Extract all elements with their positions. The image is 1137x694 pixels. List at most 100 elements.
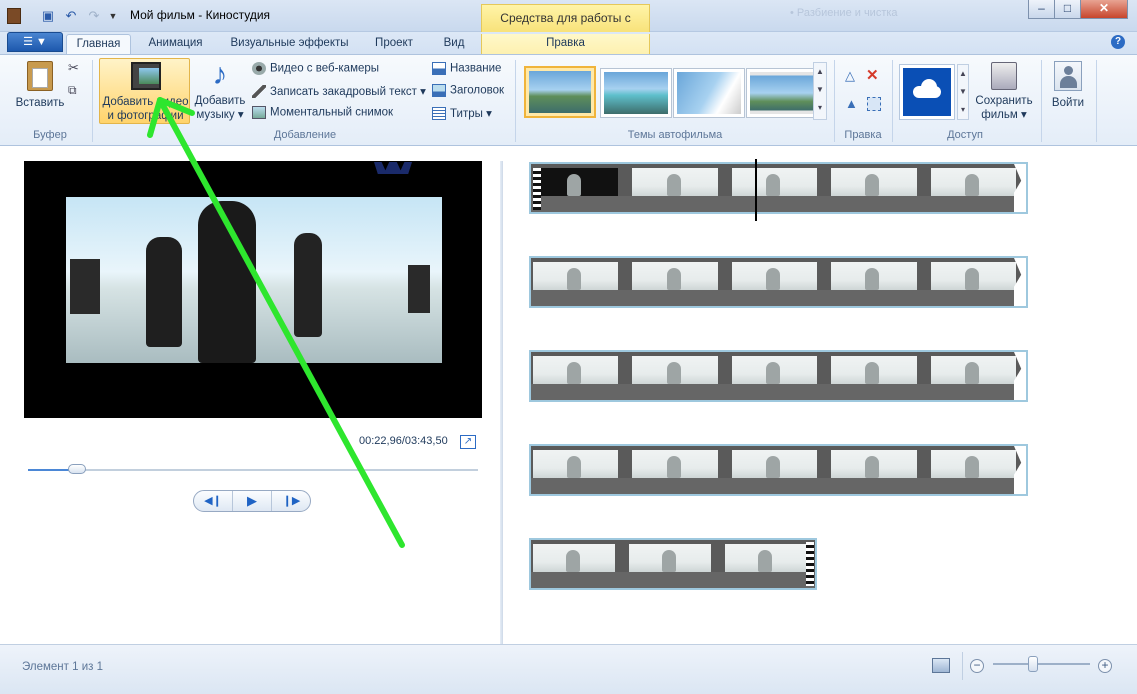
share-gallery-scroll[interactable]: ▲ ▼ ▾ bbox=[957, 64, 969, 120]
save-icon[interactable]: ▣ bbox=[39, 7, 57, 25]
cut-icon[interactable]: ✂ bbox=[68, 60, 84, 76]
group-separator bbox=[515, 60, 516, 142]
save-movie-label-line1: Сохранить bbox=[975, 95, 1033, 107]
rotate-right-icon[interactable]: ▲ bbox=[845, 96, 861, 112]
autofilm-theme-2[interactable] bbox=[600, 68, 672, 118]
add-music-button[interactable]: ♪ Добавить музыку ▾ bbox=[192, 58, 248, 124]
save-movie-label-line2: фильм ▾ bbox=[981, 109, 1027, 121]
signin-button[interactable]: Войти bbox=[1047, 58, 1089, 124]
add-video-label-line1: Добавить видео bbox=[102, 96, 189, 108]
storyboard-clip-row-1[interactable] bbox=[529, 162, 1028, 214]
minimize-button[interactable]: – bbox=[1028, 0, 1055, 19]
select-all-icon[interactable] bbox=[867, 97, 881, 111]
band-member-left bbox=[146, 237, 182, 347]
title-button[interactable]: Название bbox=[432, 62, 501, 75]
tab-animation[interactable]: Анимация bbox=[138, 34, 213, 54]
add-music-label-line2: музыку ▾ bbox=[196, 109, 244, 121]
video-frame bbox=[66, 197, 442, 363]
next-frame-button[interactable]: ❙▶ bbox=[272, 491, 310, 511]
paste-label: Вставить bbox=[15, 97, 65, 109]
caption-icon bbox=[432, 84, 446, 97]
add-group-label: Добавление bbox=[273, 129, 337, 141]
themes-gallery-scroll[interactable]: ▲ ▼ ▾ bbox=[813, 62, 827, 120]
tab-project[interactable]: Проект bbox=[366, 34, 422, 54]
group-separator bbox=[92, 60, 93, 142]
save-movie-button[interactable]: Сохранить фильм ▾ bbox=[972, 58, 1036, 124]
save-movie-icon bbox=[991, 62, 1017, 90]
tab-home[interactable]: Главная bbox=[66, 34, 131, 54]
playback-controls: ◀❙ ▶ ❙▶ bbox=[193, 490, 311, 512]
storyboard-clip-row-3[interactable] bbox=[529, 350, 1028, 402]
redo-icon[interactable]: ↷ bbox=[85, 7, 103, 25]
title-icon bbox=[432, 62, 446, 75]
group-separator bbox=[1041, 60, 1042, 142]
group-separator bbox=[1096, 60, 1097, 142]
video-tools-context-header: Средства для работы с видео bbox=[481, 4, 650, 51]
remove-icon[interactable]: ✕ bbox=[866, 66, 882, 84]
tab-visual-effects[interactable]: Визуальные эффекты bbox=[222, 34, 357, 54]
microphone-icon bbox=[252, 85, 266, 99]
zoom-out-icon[interactable]: − bbox=[970, 659, 984, 673]
app-menu-button[interactable]: ☰ ▼ bbox=[7, 32, 63, 52]
close-button[interactable]: ✕ bbox=[1080, 0, 1128, 19]
status-separator bbox=[962, 652, 963, 680]
fullscreen-icon[interactable]: ↗ bbox=[460, 435, 476, 449]
channel-logo bbox=[374, 162, 412, 174]
webcam-icon bbox=[252, 62, 266, 75]
timecode: 00:22,96/03:43,50 bbox=[359, 435, 448, 447]
clipboard-group-label: Буфер bbox=[33, 129, 67, 141]
zoom-slider-thumb[interactable] bbox=[1028, 656, 1038, 672]
paste-icon bbox=[27, 61, 53, 91]
zoom-in-icon[interactable]: + bbox=[1098, 659, 1112, 673]
add-music-label-line1: Добавить bbox=[194, 95, 246, 107]
speaker-stack-right bbox=[408, 265, 430, 313]
storyboard-playhead[interactable] bbox=[755, 159, 757, 221]
window-title: Мой фильм - Киностудия bbox=[130, 8, 271, 22]
autofilm-theme-3[interactable] bbox=[673, 68, 745, 118]
previous-frame-button[interactable]: ◀❙ bbox=[194, 491, 233, 511]
tab-view[interactable]: Вид bbox=[434, 34, 474, 54]
seek-bar[interactable] bbox=[28, 469, 478, 471]
panel-splitter[interactable] bbox=[500, 161, 503, 644]
rotate-left-icon[interactable]: △ bbox=[845, 68, 861, 84]
play-button[interactable]: ▶ bbox=[233, 491, 272, 511]
quick-access-dropdown[interactable]: ▼ bbox=[104, 7, 122, 25]
record-narration-button[interactable]: Записать закадровый текст ▾ bbox=[252, 84, 426, 99]
snapshot-icon bbox=[252, 106, 266, 119]
speaker-stack-left bbox=[70, 259, 100, 314]
zoom-slider[interactable] bbox=[993, 663, 1090, 665]
group-separator bbox=[834, 60, 835, 142]
signin-label: Войти bbox=[1051, 97, 1085, 109]
band-member-center bbox=[198, 201, 256, 363]
paste-button[interactable]: Вставить bbox=[12, 60, 68, 116]
app-icon[interactable] bbox=[7, 8, 21, 24]
add-video-photos-button[interactable]: Добавить видео и фотографии bbox=[99, 58, 190, 124]
storyboard-clip-row-4[interactable] bbox=[529, 444, 1028, 496]
credits-button[interactable]: Титры ▾ bbox=[432, 106, 492, 121]
editing-group-label: Правка bbox=[844, 129, 882, 141]
caption-button[interactable]: Заголовок bbox=[432, 84, 504, 97]
credits-icon bbox=[432, 107, 446, 121]
clip-start-marker bbox=[533, 168, 541, 210]
onedrive-share-button[interactable] bbox=[899, 64, 955, 120]
ghost-title-text: • Разбиение и чистка bbox=[790, 7, 898, 19]
undo-icon[interactable]: ↶ bbox=[62, 7, 80, 25]
music-note-icon: ♪ bbox=[212, 58, 228, 91]
maximize-button[interactable]: □ bbox=[1054, 0, 1081, 19]
help-icon[interactable]: ? bbox=[1111, 35, 1125, 49]
copy-icon[interactable]: ⧉ bbox=[68, 83, 84, 99]
share-group-label: Доступ bbox=[947, 129, 983, 141]
storyboard-clip-row-2[interactable] bbox=[529, 256, 1028, 308]
themes-group-label: Темы автофильма bbox=[627, 129, 723, 141]
tab-edit[interactable]: Правка bbox=[481, 34, 650, 54]
storyboard-view-icon[interactable] bbox=[932, 658, 950, 673]
seek-bar-thumb[interactable] bbox=[68, 464, 86, 474]
band-member-right bbox=[294, 233, 322, 337]
onedrive-cloud-icon bbox=[903, 68, 951, 116]
storyboard-clip-row-5[interactable] bbox=[529, 538, 817, 590]
status-bar bbox=[0, 644, 1137, 694]
autofilm-theme-1[interactable] bbox=[524, 66, 596, 118]
webcam-video-button[interactable]: Видео с веб-камеры bbox=[252, 62, 379, 75]
autofilm-theme-4[interactable] bbox=[746, 68, 818, 118]
snapshot-button[interactable]: Моментальный снимок bbox=[252, 106, 393, 119]
